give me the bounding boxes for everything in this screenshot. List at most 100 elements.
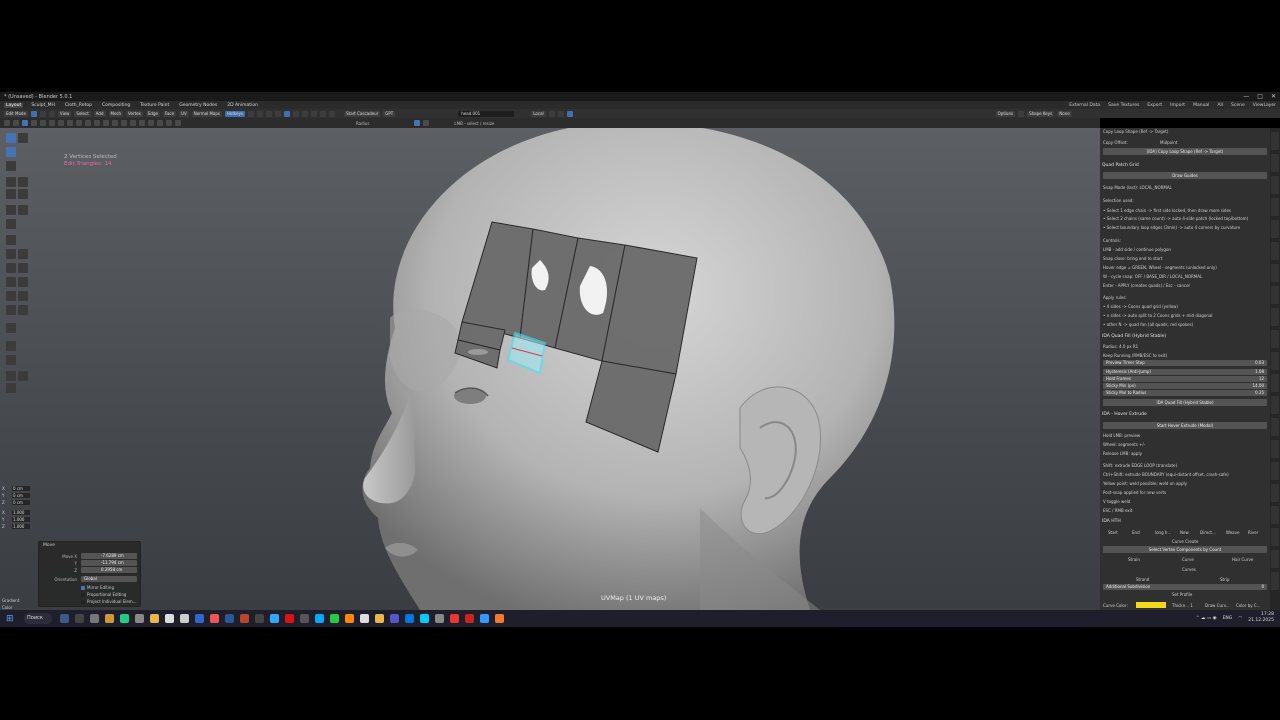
view-layer-selector[interactable]: ViewLayer [1253, 103, 1276, 108]
tool-icon[interactable] [257, 110, 264, 117]
tool-icon[interactable] [67, 120, 73, 126]
scene-selector[interactable]: Scene [1231, 103, 1245, 108]
hth-weave-button[interactable]: Weave [1226, 530, 1239, 535]
tab-layout[interactable]: Layout [4, 102, 24, 108]
save-textures-button[interactable]: Save Textures [1108, 103, 1139, 108]
taskbar-app-icon[interactable] [135, 614, 144, 623]
taskbar-app-icon[interactable] [285, 614, 294, 623]
object-name-field[interactable]: head.001 [458, 110, 515, 117]
rotate-icon[interactable] [18, 177, 28, 187]
hold-frames-slider[interactable]: Hold Frames 12 [1103, 376, 1267, 382]
snap-icon[interactable] [284, 110, 291, 117]
shear-icon[interactable] [18, 305, 28, 315]
tool-icon[interactable] [4, 120, 10, 126]
language-indicator[interactable]: ENG [1223, 616, 1233, 621]
3d-viewport[interactable] [0, 128, 1100, 610]
sidebar-tab[interactable] [1271, 198, 1279, 216]
taskbar-search[interactable]: Поиск [24, 613, 52, 624]
rip-icon[interactable] [6, 323, 16, 333]
tool-icon[interactable] [320, 110, 327, 117]
tool-icon[interactable] [293, 110, 300, 117]
tool-icon[interactable] [49, 120, 55, 126]
taskbar-app-icon[interactable] [150, 614, 159, 623]
taskbar-app-icon[interactable] [300, 614, 309, 623]
xray-icon[interactable] [566, 110, 573, 117]
minimize-icon[interactable]: — [1243, 93, 1249, 100]
copy-loop-shape-button[interactable]: [IDA] Copy Loop Shape (Ref -> Target) [1103, 148, 1267, 155]
tab-cloth-retop[interactable]: Cloth_Retop [63, 103, 94, 108]
tab-geometry-nodes[interactable]: Geometry Nodes [177, 103, 219, 108]
taskbar-app-icon[interactable] [90, 614, 99, 623]
taskbar-app-icon[interactable] [195, 614, 204, 623]
color-by-button[interactable]: Color by C... [1236, 603, 1261, 608]
menu-normal-maps[interactable]: Normal Maps [191, 110, 222, 117]
tool-icon[interactable] [103, 120, 109, 126]
sidebar-tab[interactable] [1271, 550, 1279, 568]
tool-icon[interactable] [6, 341, 16, 351]
annotate-icon[interactable] [6, 205, 16, 215]
hth-start-button[interactable]: Start [1108, 530, 1118, 535]
taskbar-app-icon[interactable] [240, 614, 249, 623]
loop-cut-icon[interactable] [6, 263, 16, 273]
hth-end-button[interactable]: End [1132, 530, 1140, 535]
taskbar-app-icon[interactable] [120, 614, 129, 623]
thickness-field[interactable]: Thickn... 1 [1172, 603, 1193, 608]
mirror-editing-checkbox[interactable]: Mirror Editing [81, 585, 114, 590]
sidebar-tab[interactable] [1271, 440, 1279, 458]
taskbar-app-icon[interactable] [210, 614, 219, 623]
sidebar-tab[interactable] [1271, 242, 1279, 260]
tab-compositing[interactable]: Compositing [100, 103, 132, 108]
tool-icon[interactable] [148, 120, 154, 126]
hotkeys-button[interactable]: Hotkeys [224, 110, 246, 117]
start-hover-extrude-button[interactable]: Start Hover Extrude (Modal) [1103, 422, 1267, 429]
tool-icon[interactable] [311, 110, 318, 117]
tool-icon[interactable] [85, 120, 91, 126]
curve-color-swatch[interactable] [1136, 602, 1166, 608]
taskbar-app-icon[interactable] [255, 614, 264, 623]
sidebar-tab[interactable] [1271, 418, 1279, 436]
select-box-icon[interactable] [6, 133, 16, 143]
taskbar-app-icon[interactable] [165, 614, 174, 623]
tool-icon[interactable] [130, 120, 136, 126]
sidebar-tab[interactable] [1271, 462, 1279, 480]
tool-icon[interactable] [266, 110, 273, 117]
hth-new-button[interactable]: New [1180, 530, 1189, 535]
import-button[interactable]: Import [1170, 103, 1185, 108]
sidebar-tab[interactable] [1271, 352, 1279, 370]
taskbar-app-icon[interactable] [75, 614, 84, 623]
maximize-icon[interactable]: □ [1257, 93, 1263, 100]
tool-icon[interactable] [76, 120, 82, 126]
hth-direct-button[interactable]: Direct... [1200, 530, 1216, 535]
sticky-min-slider[interactable]: Sticky Min (px) 14.00 [1103, 383, 1267, 389]
tool-icon[interactable] [121, 120, 127, 126]
scale-icon[interactable] [6, 189, 16, 199]
taskbar-app-icon[interactable] [180, 614, 189, 623]
operator-title[interactable]: Move [43, 543, 55, 548]
tool-icon[interactable] [112, 120, 118, 126]
tray-icons[interactable]: ⌃ ☁ ▭ ◉ [1196, 616, 1217, 621]
mode-selector[interactable]: Edit Mode [4, 110, 28, 117]
location-y-field[interactable]: 0 cm [12, 493, 30, 498]
project-individual-checkbox[interactable]: Project Individual Elem... [81, 599, 137, 604]
tool-icon[interactable] [275, 110, 282, 117]
clock[interactable]: 17:28 21.12.2025 [1248, 612, 1274, 624]
menu-vertex[interactable]: Vertex [126, 110, 143, 117]
menu-mesh[interactable]: Mesh [108, 110, 124, 117]
tool-icon[interactable] [6, 383, 16, 393]
orientation-dropdown[interactable]: Global [81, 576, 137, 582]
curve-button[interactable]: Curve [1182, 557, 1194, 562]
menu-select[interactable]: Select [74, 110, 91, 117]
taskbar-app-icon[interactable] [390, 614, 399, 623]
windows-start-icon[interactable]: ⊞ [6, 614, 16, 624]
edge-select-mode-icon[interactable] [39, 110, 46, 117]
start-cascadeur-button[interactable]: Start Cascadeur [344, 110, 381, 117]
tool-icon[interactable] [139, 120, 145, 126]
taskbar-app-icon[interactable] [270, 614, 279, 623]
move-z-field[interactable]: 0.2958 cm [81, 567, 137, 573]
menu-edge[interactable]: Edge [145, 110, 160, 117]
measure-icon[interactable] [18, 205, 28, 215]
taskbar-app-icon[interactable] [450, 614, 459, 623]
sidebar-tab[interactable] [1271, 572, 1279, 590]
taskbar-app-icon[interactable] [420, 614, 429, 623]
strand-button[interactable]: Strand [1136, 577, 1149, 582]
